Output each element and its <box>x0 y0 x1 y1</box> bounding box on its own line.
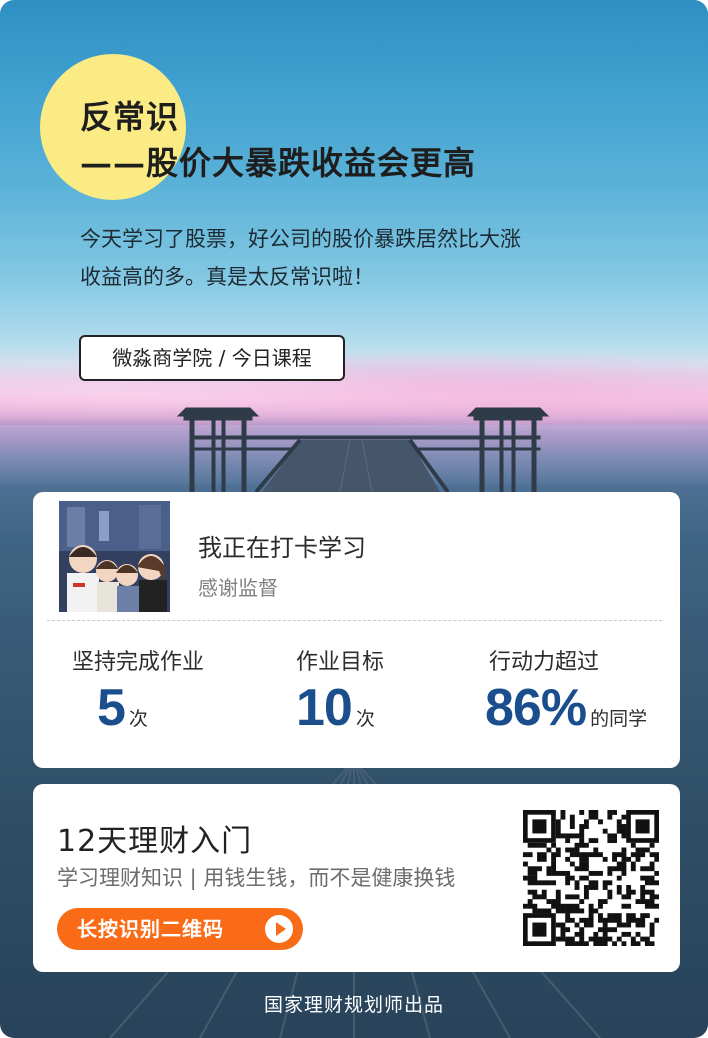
intro-line-1: 今天学习了股票，好公司的股价暴跌居然比大涨 <box>80 227 521 251</box>
qr-code[interactable] <box>523 810 659 946</box>
stat-homework-done-value: 5次 <box>97 678 148 738</box>
stat-number: 86% <box>485 679 587 737</box>
play-arrow-icon <box>265 915 293 943</box>
stat-homework-done: 坚持完成作业 <box>63 644 213 676</box>
checkin-title: 我正在打卡学习 <box>198 534 366 562</box>
stat-unit: 次 <box>128 708 148 730</box>
stat-number: 5 <box>97 679 126 737</box>
footer-credit: 国家理财规划师出品 <box>263 994 444 1016</box>
stat-number: 10 <box>296 679 353 737</box>
stat-action-rank-value: 86% 的同学 <box>485 678 647 738</box>
stat-homework-goal: 作业目标 <box>285 644 395 676</box>
checkin-card: 我正在打卡学习 感谢监督 坚持完成作业 5次 作业目标 10 次 行动力超过 86… <box>33 492 680 768</box>
checkin-subtitle: 感谢监督 <box>198 576 278 600</box>
family-cartoon-avatar <box>59 501 170 612</box>
course-card: 12天理财入门 学习理财知识 | 用钱生钱，而不是健康换钱 长按识别二维码 <box>33 784 680 972</box>
intro-text: 今天学习了股票，好公司的股价暴跌居然比大涨 收益高的多。真是太反常识啦！ <box>80 220 570 296</box>
stat-homework-goal-value: 10 次 <box>296 678 375 738</box>
scan-qr-button[interactable]: 长按识别二维码 <box>57 908 303 950</box>
scan-qr-label: 长按识别二维码 <box>77 917 224 941</box>
intro-line-2: 收益高的多。真是太反常识啦！ <box>80 265 374 289</box>
course-title: 12天理财入门 <box>57 824 253 859</box>
pier-illustration <box>176 407 550 494</box>
share-poster: 反常识 ——股价大暴跌收益会更高 今天学习了股票，好公司的股价暴跌居然比大涨 收… <box>0 0 708 1038</box>
stat-unit: 的同学 <box>590 708 648 730</box>
dashed-divider <box>47 620 662 621</box>
stat-label: 作业目标 <box>295 650 384 675</box>
course-tag: 微淼商学院 / 今日课程 <box>79 335 345 381</box>
stat-label: 行动力超过 <box>488 650 599 675</box>
course-subtitle: 学习理财知识 | 用钱生钱，而不是健康换钱 <box>57 866 456 890</box>
poster-subtitle: ——股价大暴跌收益会更高 <box>80 144 477 182</box>
stat-label: 坚持完成作业 <box>71 650 204 675</box>
poster-title: 反常识 <box>80 98 180 136</box>
stat-action-rank: 行动力超过 <box>479 644 609 676</box>
stat-unit: 次 <box>355 708 375 730</box>
